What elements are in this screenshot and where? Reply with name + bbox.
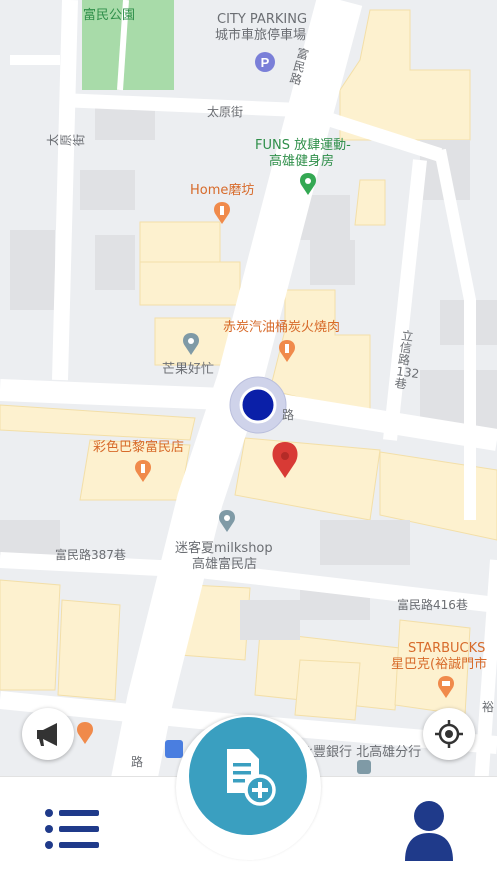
megaphone-icon <box>37 723 57 746</box>
user-location-dot <box>239 386 277 424</box>
bank-label: 永豐銀行 北高雄分行 <box>300 745 422 760</box>
chitan-label: 赤炭汽油桶炭火燒肉 <box>223 320 341 335</box>
park-label: 富民公園 <box>83 8 136 23</box>
list-icon <box>45 809 99 849</box>
mikexia-label-line2: 高雄富民店 <box>192 557 258 572</box>
starbucks-label-zh: 星巴克(裕誠門市 <box>391 657 488 672</box>
mangguo-label: 芒果好忙 <box>162 362 215 377</box>
starbucks-label-en: STARBUCKS <box>408 641 486 656</box>
map-view[interactable]: P 富民公園 CITY PARKING 城市車旅停車場 富民路 太原街 太原街 … <box>0 0 497 800</box>
parking-label-en: CITY PARKING <box>217 12 308 27</box>
caise-label: 彩色巴黎富民店 <box>93 440 185 455</box>
crosshair-locate-icon <box>435 720 463 748</box>
street-mid-road: 路 <box>282 408 295 422</box>
home-mofang-label: Home磨坊 <box>190 183 255 198</box>
street-taiyuan-st: 太原街 <box>207 105 244 119</box>
locate-me-button[interactable] <box>423 708 475 760</box>
profile-button[interactable] <box>398 797 460 863</box>
announcement-button[interactable] <box>22 708 74 760</box>
street-bottom-road: 路 <box>131 755 144 769</box>
funs-label-line1: FUNS 放肆運動- <box>255 138 351 153</box>
svg-text:P: P <box>261 55 270 70</box>
user-icon <box>405 801 453 861</box>
parking-label-zh: 城市車旅停車場 <box>215 28 307 43</box>
add-report-button[interactable] <box>189 717 307 835</box>
funs-label-line2: 高雄健身房 <box>269 154 335 169</box>
parking-poi-icon: P <box>255 52 275 72</box>
map-canvas[interactable]: P <box>0 0 497 800</box>
street-right-edge: 裕 <box>482 700 495 714</box>
street-taiyuan-st-vertical: 太原街 <box>46 133 86 146</box>
mikexia-label-line1: 迷客夏milkshop <box>175 541 273 556</box>
list-menu-button[interactable] <box>40 803 102 855</box>
street-fumin-416: 富民路416巷 <box>397 598 468 612</box>
document-plus-icon <box>227 749 276 806</box>
street-fumin-387: 富民路387巷 <box>55 548 126 562</box>
